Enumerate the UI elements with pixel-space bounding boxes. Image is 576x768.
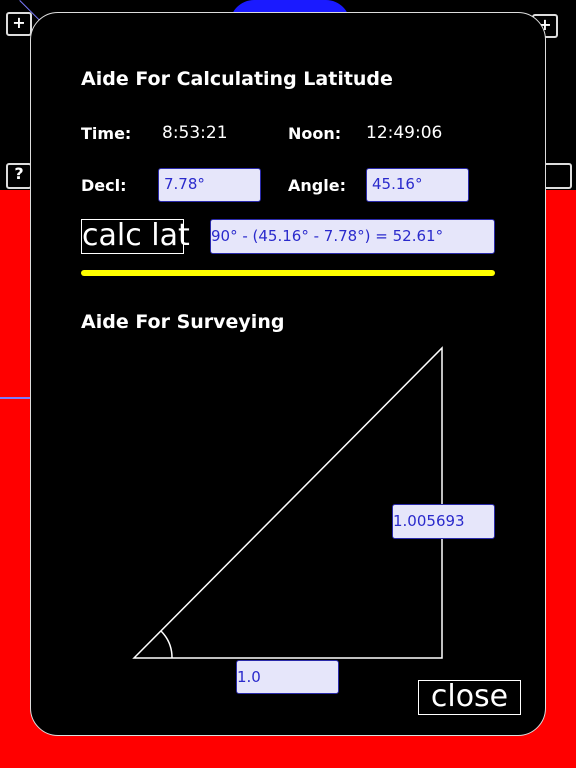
triangle-shape	[132, 346, 443, 659]
angle-arc	[160, 630, 173, 659]
height-field[interactable]: 1.005693	[392, 504, 495, 539]
survey-triangle	[132, 346, 443, 659]
base-field[interactable]: 1.0	[236, 660, 339, 694]
close-button[interactable]: close	[418, 680, 521, 715]
